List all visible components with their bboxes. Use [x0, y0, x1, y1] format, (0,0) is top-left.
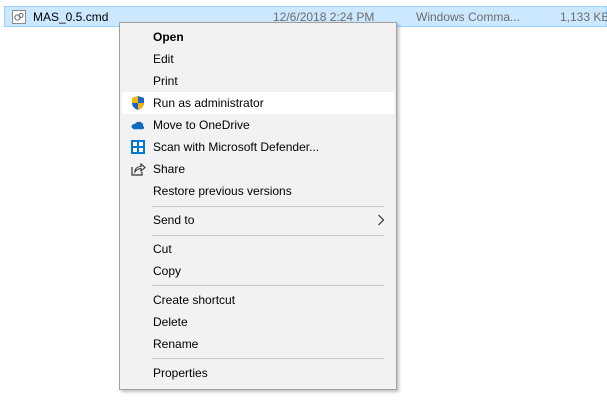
menu-item-send-to[interactable]: Send to — [122, 209, 394, 231]
menu-item-label: Edit — [153, 52, 174, 66]
menu-item-label: Run as administrator — [153, 96, 264, 110]
share-icon — [131, 162, 146, 176]
menu-separator — [152, 358, 384, 359]
menu-item-delete[interactable]: Delete — [122, 311, 394, 333]
menu-item-label: Restore previous versions — [153, 184, 292, 198]
menu-item-label: Open — [153, 30, 184, 44]
menu-separator — [152, 206, 384, 207]
menu-item-label: Properties — [153, 366, 208, 380]
menu-item-label: Send to — [153, 213, 195, 227]
menu-item-scan-defender[interactable]: Scan with Microsoft Defender... — [122, 136, 394, 158]
menu-item-properties[interactable]: Properties — [122, 362, 394, 384]
menu-item-open[interactable]: Open — [122, 26, 394, 48]
menu-item-label: Cut — [153, 242, 172, 256]
menu-item-print[interactable]: Print — [122, 70, 394, 92]
cmd-script-icon — [12, 10, 26, 24]
file-type: Windows Comma... — [416, 10, 521, 24]
menu-item-create-shortcut[interactable]: Create shortcut — [122, 289, 394, 311]
menu-item-label: Print — [153, 74, 178, 88]
menu-item-label: Create shortcut — [153, 293, 236, 307]
menu-item-move-to-onedrive[interactable]: Move to OneDrive — [122, 114, 394, 136]
menu-item-label: Rename — [153, 337, 199, 351]
file-name[interactable]: MAS_0.5.cmd — [33, 10, 108, 24]
file-size: 1,133 KB — [560, 10, 607, 24]
defender-icon — [131, 140, 145, 154]
menu-item-cut[interactable]: Cut — [122, 238, 394, 260]
menu-item-run-as-administrator[interactable]: Run as administrator — [122, 92, 394, 114]
menu-separator — [152, 285, 384, 286]
menu-item-label: Share — [153, 162, 186, 176]
chevron-right-icon — [378, 214, 385, 226]
menu-item-label: Delete — [153, 315, 188, 329]
onedrive-cloud-icon — [131, 121, 144, 130]
menu-item-edit[interactable]: Edit — [122, 48, 394, 70]
menu-item-label: Scan with Microsoft Defender... — [153, 140, 320, 154]
menu-item-restore-previous-versions[interactable]: Restore previous versions — [122, 180, 394, 202]
menu-item-label: Move to OneDrive — [153, 118, 250, 132]
menu-separator — [152, 235, 384, 236]
menu-item-copy[interactable]: Copy — [122, 260, 394, 282]
menu-item-label: Copy — [153, 264, 182, 278]
context-menu: Open Edit Print Run as administrator Mov… — [119, 22, 397, 390]
uac-shield-icon — [132, 96, 144, 110]
menu-item-share[interactable]: Share — [122, 158, 394, 180]
menu-item-rename[interactable]: Rename — [122, 333, 394, 355]
